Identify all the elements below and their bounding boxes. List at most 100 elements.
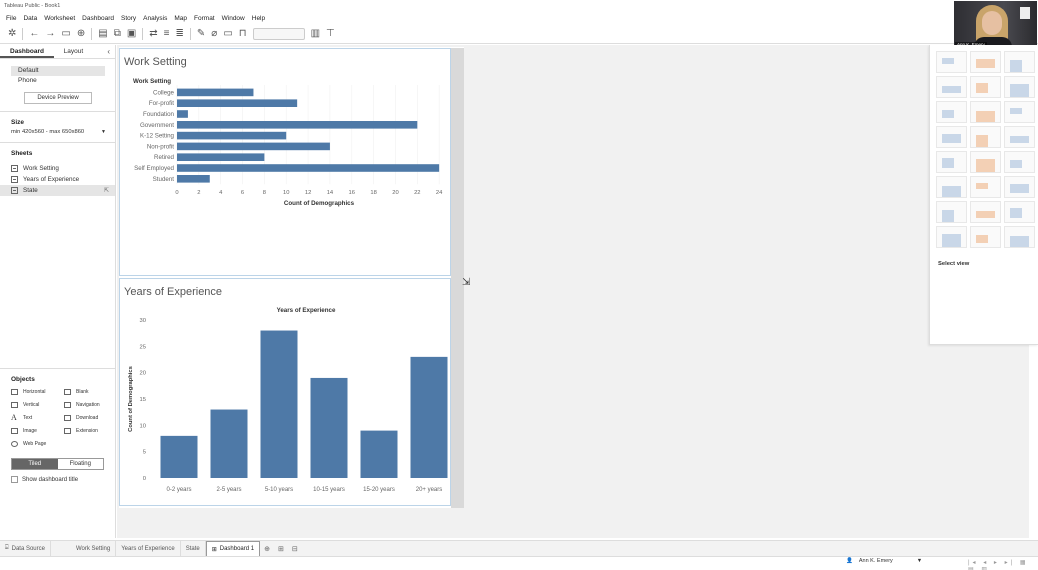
collapse-panel-icon[interactable]: ‹ (107, 45, 115, 58)
tab-layout[interactable]: Layout (54, 45, 108, 58)
chart-type-thumbnail[interactable] (970, 51, 1001, 73)
bar (177, 121, 418, 129)
object-horizontal[interactable]: Horizontal (11, 387, 64, 397)
menu-story[interactable]: Story (121, 15, 136, 22)
object-text[interactable]: A Text (11, 413, 64, 423)
chart-type-thumbnail[interactable] (1004, 176, 1035, 198)
chart-type-thumbnail[interactable] (1004, 51, 1035, 73)
menu-window[interactable]: Window (222, 15, 245, 22)
category-label: College (153, 89, 175, 96)
show-title-checkbox[interactable] (11, 476, 18, 483)
thumbnail-shape (942, 186, 961, 197)
duplicate-icon[interactable]: ⧉ (114, 28, 121, 39)
tableau-logo-icon[interactable]: ✲ (8, 28, 16, 39)
object-navigation[interactable]: Navigation (64, 400, 117, 410)
sheets-heading: Sheets (11, 150, 33, 157)
years-of-experience-zone[interactable]: Years of Experience Years of Experience 0… (119, 278, 451, 506)
objects-heading: Objects (11, 376, 35, 383)
tab-data-source[interactable]: ⌹ Data Source (0, 540, 51, 557)
tab-state[interactable]: State (181, 540, 206, 557)
chart-type-thumbnail[interactable] (936, 51, 967, 73)
object-extension[interactable]: Extension (64, 426, 117, 436)
chart-type-thumbnail[interactable] (936, 126, 967, 148)
chart-type-thumbnail[interactable] (970, 151, 1001, 173)
object-blank[interactable]: Blank (64, 387, 117, 397)
new-worksheet-icon[interactable]: ▤ (98, 28, 107, 39)
chart-type-thumbnail[interactable] (970, 126, 1001, 148)
new-worksheet-icon[interactable]: ⊕ (260, 545, 274, 553)
chart-type-thumbnail[interactable] (1004, 201, 1035, 223)
chart-type-thumbnail[interactable] (970, 101, 1001, 123)
tab-dashboard-1[interactable]: ⊞ Dashboard 1 (205, 540, 261, 557)
clear-sheet-icon[interactable]: ▣ (127, 28, 136, 39)
chart-type-thumbnail[interactable] (936, 201, 967, 223)
menu-help[interactable]: Help (252, 15, 265, 22)
object-download[interactable]: Download (64, 413, 117, 423)
chart-type-thumbnail[interactable] (970, 226, 1001, 248)
floating-button[interactable]: Floating (58, 459, 104, 469)
chart-type-thumbnail[interactable] (936, 176, 967, 198)
fix-axes-icon[interactable]: ⊓ (239, 28, 247, 39)
chart-type-thumbnail[interactable] (1004, 101, 1035, 123)
highlight-icon[interactable]: ✎ (197, 28, 205, 39)
chart-type-thumbnail[interactable] (936, 151, 967, 173)
tab-work-setting[interactable]: Work Setting (71, 540, 117, 557)
chart-type-thumbnail[interactable] (1004, 126, 1035, 148)
object-web-page[interactable]: Web Page (11, 439, 64, 449)
object-image[interactable]: Image (11, 426, 64, 436)
tick-label: 15 (140, 397, 146, 403)
object-vertical[interactable]: Vertical (11, 400, 64, 410)
chart-type-thumbnail[interactable] (970, 176, 1001, 198)
sort-desc-icon[interactable]: ≣ (176, 28, 184, 39)
sort-asc-icon[interactable]: ≡ (164, 28, 170, 39)
new-dashboard-icon[interactable]: ⊞ (274, 545, 288, 553)
chart-type-thumbnail[interactable] (1004, 151, 1035, 173)
sheet-navigation-icons[interactable]: |◂ ◂ ▸ ▸| ▦ ▤ ▥ (968, 559, 1038, 570)
chart-type-thumbnail[interactable] (1004, 76, 1035, 98)
chart-type-thumbnail[interactable] (970, 201, 1001, 223)
user-menu[interactable]: 👤 Ann K. Emery ▼ (846, 558, 922, 564)
menu-file[interactable]: File (6, 15, 16, 22)
menu-worksheet[interactable]: Worksheet (44, 15, 75, 22)
menu-dashboard[interactable]: Dashboard (82, 15, 114, 22)
redo-icon[interactable]: → (45, 28, 55, 39)
tiled-button[interactable]: Tiled (12, 459, 58, 469)
tab-dashboard[interactable]: Dashboard (0, 45, 54, 58)
chart-type-thumbnail[interactable] (936, 76, 967, 98)
undo-icon[interactable]: ← (29, 28, 39, 39)
sheet-item-state[interactable]: State ⇱ (0, 185, 115, 196)
device-default[interactable]: Default (11, 66, 105, 76)
sheet-item-work-setting[interactable]: Work Setting (0, 163, 115, 174)
size-dropdown[interactable]: min 420x560 - max 650x860 ▼ (11, 129, 106, 135)
work-setting-zone[interactable]: Work Setting Work Setting College For-prof… (119, 48, 451, 276)
tab-years-of-experience[interactable]: Years of Experience (116, 540, 181, 557)
chart-type-thumbnail[interactable] (970, 76, 1001, 98)
thumbnail-shape (942, 234, 961, 247)
menu-analysis[interactable]: Analysis (143, 15, 167, 22)
save-icon[interactable]: ▭ (61, 28, 70, 39)
menu-data[interactable]: Data (23, 15, 37, 22)
menu-format[interactable]: Format (194, 15, 215, 22)
new-story-icon[interactable]: ⊟ (288, 545, 302, 553)
object-label: Text (23, 415, 33, 421)
chart-type-thumbnail[interactable] (1004, 226, 1035, 248)
fit-icon[interactable]: ▭ (223, 28, 232, 39)
presentation-icon[interactable]: ⊤ (326, 28, 335, 39)
new-data-source-icon[interactable]: ⊕ (77, 28, 85, 39)
device-preview-button[interactable]: Device Preview (24, 92, 92, 104)
years-of-experience-chart: Years of Experience 0 5 10 15 20 25 30 Count of … (128, 307, 448, 493)
chart-type-thumbnail[interactable] (936, 226, 967, 248)
row-header: Work Setting (133, 78, 171, 85)
label-icon[interactable]: ⌀ (211, 28, 217, 39)
chart-type-thumbnail[interactable] (936, 101, 967, 123)
swap-icon[interactable]: ⇄ (149, 28, 157, 39)
thumbnail-shape (942, 110, 954, 118)
chart-icon[interactable]: ▥ (311, 28, 320, 39)
fit-dropdown[interactable] (252, 27, 305, 40)
show-title-option[interactable]: Show dashboard title (11, 476, 116, 483)
sheet-item-years-of-experience[interactable]: Years of Experience (0, 174, 115, 185)
menu-map[interactable]: Map (174, 15, 187, 22)
device-phone[interactable]: Phone (11, 76, 105, 86)
text-icon: A (11, 413, 17, 422)
open-sheet-icon[interactable]: ⇱ (104, 187, 109, 194)
